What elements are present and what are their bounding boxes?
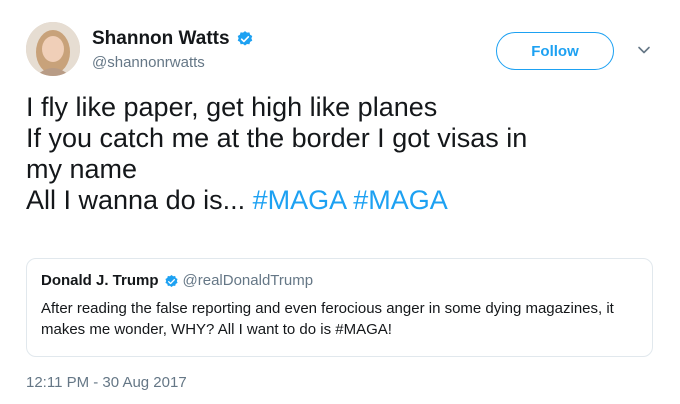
verified-badge-icon bbox=[237, 31, 252, 46]
author-handle[interactable]: @shannonrwatts bbox=[92, 53, 205, 73]
tweet-line-text: All I wanna do is... bbox=[26, 185, 253, 215]
avatar[interactable] bbox=[26, 22, 80, 76]
quoted-tweet-text: After reading the false reporting and ev… bbox=[41, 300, 614, 338]
quoted-tweet-header: Donald J. Trump @realDonaldTrump bbox=[41, 271, 638, 291]
hashtag-link[interactable]: #MAGA bbox=[353, 185, 448, 215]
tweet-line: my name bbox=[26, 154, 138, 184]
quoted-author-handle: @realDonaldTrump bbox=[182, 272, 314, 289]
tweet-line-last: All I wanna do is... #MAGA #MAGA bbox=[26, 185, 646, 216]
author-name-row[interactable]: Shannon Watts bbox=[92, 28, 254, 50]
tweet-timestamp[interactable]: 12:11 PM - 30 Aug 2017 bbox=[26, 373, 187, 393]
quoted-author-name: Donald J. Trump bbox=[41, 272, 159, 289]
tweet-line: If you catch me at the border I got visa… bbox=[26, 123, 528, 153]
chevron-down-icon[interactable] bbox=[636, 42, 652, 58]
verified-badge-icon bbox=[164, 274, 178, 287]
tweet-text: I fly like paper, get high like planes I… bbox=[26, 92, 646, 216]
tweet-line: I fly like paper, get high like planes bbox=[26, 92, 438, 122]
hashtag-link[interactable]: #MAGA bbox=[253, 185, 346, 215]
quoted-tweet[interactable]: Donald J. Trump @realDonaldTrump After r… bbox=[26, 258, 653, 357]
profile-photo bbox=[26, 22, 80, 76]
author-name[interactable]: Shannon Watts bbox=[92, 28, 230, 50]
follow-button[interactable]: Follow bbox=[496, 32, 614, 70]
